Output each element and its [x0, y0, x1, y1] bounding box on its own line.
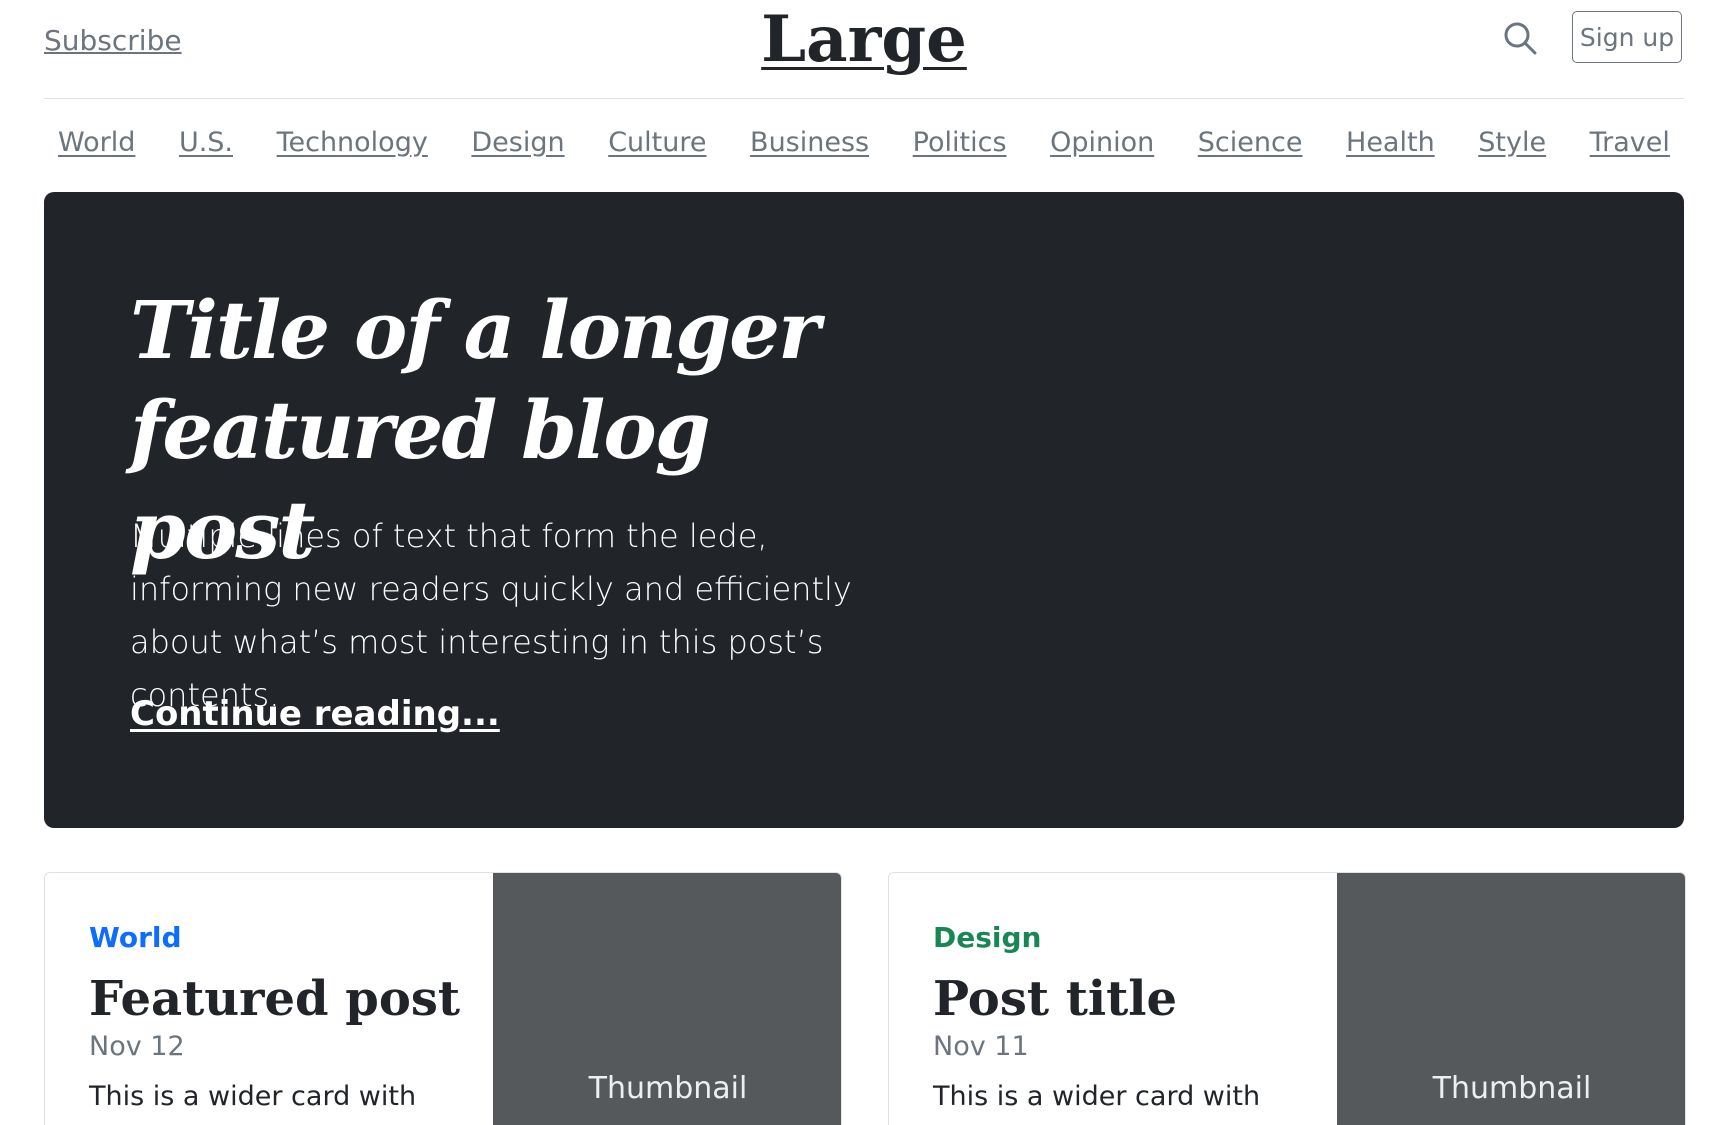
card-text: This is a wider card with [933, 1081, 1261, 1112]
nav-item-travel[interactable]: Travel [1590, 127, 1670, 158]
post-card-featured[interactable]: World Featured post Nov 12 This is a wid… [44, 872, 842, 1125]
nav-item-science[interactable]: Science [1198, 127, 1303, 158]
featured-hero: Title of a longer featured blog post Mul… [44, 192, 1684, 828]
card-thumbnail: Thumbnail [1337, 873, 1685, 1125]
card-date: Nov 12 [89, 1031, 185, 1062]
hero-title-line-1: Title of a longer [130, 283, 820, 377]
category-nav: World U.S. Technology Design Culture Bus… [44, 112, 1684, 172]
continue-reading-link[interactable]: Continue reading... [130, 694, 500, 734]
hero-lede: Multiple lines of text that form the led… [130, 517, 852, 714]
search-icon[interactable] [1502, 20, 1538, 56]
card-title: Featured post [89, 971, 461, 1027]
card-category: Design [933, 921, 1042, 954]
card-thumbnail: Thumbnail [493, 873, 841, 1125]
thumbnail-label: Thumbnail [1432, 1071, 1592, 1106]
thumbnail-label: Thumbnail [588, 1071, 748, 1106]
nav-item-world[interactable]: World [58, 127, 135, 158]
card-body: World Featured post Nov 12 This is a wid… [45, 873, 493, 1125]
card-body: Design Post title Nov 11 This is a wider… [889, 873, 1337, 1125]
site-brand[interactable]: Large [44, 2, 1684, 77]
post-card-design[interactable]: Design Post title Nov 11 This is a wider… [888, 872, 1686, 1125]
nav-item-technology[interactable]: Technology [277, 127, 428, 158]
site-header: Subscribe Large Sign up [44, 0, 1684, 99]
nav-item-politics[interactable]: Politics [913, 127, 1007, 158]
card-text: This is a wider card with [89, 1081, 417, 1112]
nav-item-design[interactable]: Design [471, 127, 564, 158]
card-category: World [89, 921, 182, 954]
nav-item-style[interactable]: Style [1478, 127, 1546, 158]
nav-item-us[interactable]: U.S. [179, 127, 233, 158]
blog-page: Subscribe Large Sign up World U.S. Techn… [0, 0, 1722, 1125]
sign-up-button[interactable]: Sign up [1572, 11, 1682, 63]
nav-item-opinion[interactable]: Opinion [1050, 127, 1154, 158]
nav-item-health[interactable]: Health [1346, 127, 1435, 158]
nav-item-business[interactable]: Business [750, 127, 869, 158]
card-date: Nov 11 [933, 1031, 1029, 1062]
nav-item-culture[interactable]: Culture [608, 127, 706, 158]
card-title: Post title [933, 971, 1178, 1027]
